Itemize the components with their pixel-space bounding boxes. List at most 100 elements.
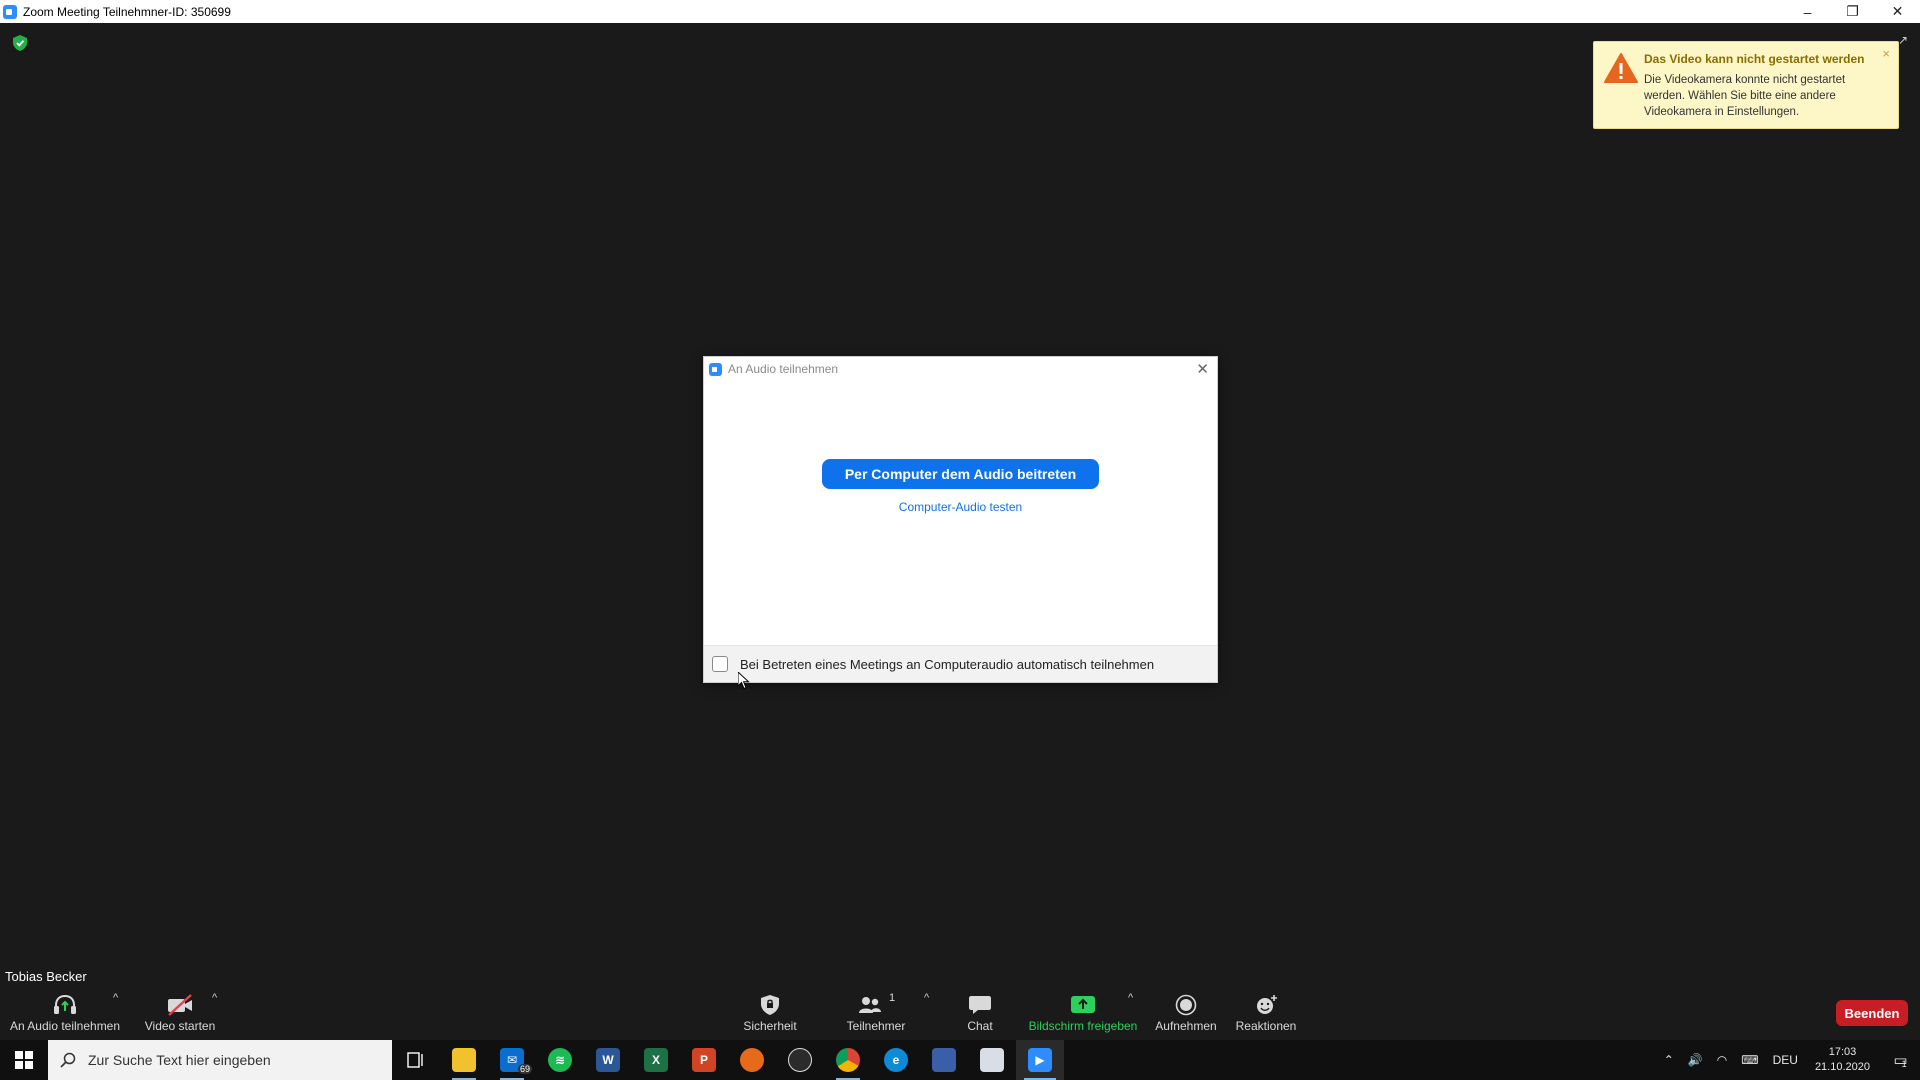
participants-button[interactable]: 1 Teilnehmer xyxy=(840,988,912,1040)
taskbar-app-orange[interactable] xyxy=(728,1040,776,1080)
reactions-label: Reaktionen xyxy=(1235,1019,1297,1033)
close-window-button[interactable]: ✕ xyxy=(1875,0,1920,23)
taskbar-chrome[interactable] xyxy=(824,1040,872,1080)
zoom-taskbar-icon: ▶ xyxy=(1028,1048,1052,1072)
clock-date: 21.10.2020 xyxy=(1814,1061,1870,1073)
expand-icon[interactable]: ↗ xyxy=(1898,33,1908,47)
wifi-icon[interactable]: ◠ xyxy=(1717,1053,1727,1067)
keyboard-icon[interactable]: ⌨ xyxy=(1741,1053,1758,1067)
window-titlebar: Zoom Meeting Teilnehmner-ID: 350699 – ❐ … xyxy=(0,0,1920,23)
zoom-dialog-icon xyxy=(709,362,722,376)
video-off-icon xyxy=(168,994,192,1016)
share-screen-button[interactable]: Bildschirm freigeben xyxy=(1026,988,1140,1040)
join-computer-audio-button[interactable]: Per Computer dem Audio beitreten xyxy=(822,459,1099,489)
app-orange-icon xyxy=(740,1048,764,1072)
participants-icon xyxy=(858,997,881,1013)
start-video-label: Video starten xyxy=(144,1019,216,1033)
taskbar-zoom[interactable]: ▶ xyxy=(1016,1040,1064,1080)
powerpoint-icon: P xyxy=(692,1048,716,1072)
share-screen-icon xyxy=(1071,996,1095,1013)
video-error-notification: Das Video kann nicht gestartet werden Di… xyxy=(1593,41,1899,129)
folder-icon xyxy=(452,1048,476,1072)
language-indicator[interactable]: DEU xyxy=(1773,1053,1798,1067)
notification-title: Das Video kann nicht gestartet werden xyxy=(1644,52,1865,66)
auto-join-audio-label[interactable]: Bei Betreten eines Meetings an Computera… xyxy=(740,657,1154,672)
chrome-icon xyxy=(836,1048,860,1072)
excel-icon: X xyxy=(644,1048,668,1072)
chat-bubble-icon xyxy=(969,996,991,1014)
app-blue-icon xyxy=(932,1048,956,1072)
task-view-icon xyxy=(407,1052,423,1068)
chat-label: Chat xyxy=(967,1019,993,1033)
taskbar-edge[interactable]: e xyxy=(872,1040,920,1080)
taskbar-obs[interactable] xyxy=(776,1040,824,1080)
mouse-cursor-icon xyxy=(738,672,750,690)
join-audio-label: An Audio teilnehmen xyxy=(9,1019,121,1033)
security-button[interactable]: Sicherheit xyxy=(735,988,805,1040)
start-video-button[interactable]: Video starten xyxy=(140,988,220,1040)
taskbar-excel[interactable]: X xyxy=(632,1040,680,1080)
taskbar-clock[interactable]: 17:03 21.10.2020 xyxy=(1815,1045,1870,1075)
meeting-toolbar: An Audio teilnehmen ^ Video starten ^ Si… xyxy=(0,988,1920,1040)
notification-body: Die Videokamera konnte nicht gestartet w… xyxy=(1644,74,1846,118)
taskbar-word[interactable]: W xyxy=(584,1040,632,1080)
edge-icon: e xyxy=(884,1048,908,1072)
chat-button[interactable]: Chat xyxy=(955,988,1005,1040)
spotify-icon: ≋ xyxy=(548,1048,572,1072)
restore-button[interactable]: ❐ xyxy=(1830,0,1875,23)
minimize-button[interactable]: – xyxy=(1785,0,1830,23)
window-title: Zoom Meeting Teilnehmner-ID: 350699 xyxy=(23,4,231,19)
obs-icon xyxy=(788,1048,812,1072)
zoom-app-icon xyxy=(3,4,17,19)
dialog-close-button[interactable]: ✕ xyxy=(1196,360,1209,378)
auto-join-audio-checkbox[interactable] xyxy=(712,656,728,672)
security-shield-icon xyxy=(761,995,779,1015)
mail-badge: 69 xyxy=(517,1064,532,1074)
dialog-title: An Audio teilnehmen xyxy=(728,362,839,376)
video-options-caret[interactable]: ^ xyxy=(212,992,217,1004)
participants-label: Teilnehmer xyxy=(846,1019,906,1033)
security-label: Sicherheit xyxy=(743,1019,797,1033)
encryption-shield-icon[interactable] xyxy=(13,35,27,51)
window-controls: – ❐ ✕ xyxy=(1785,0,1920,23)
taskbar-app-blue[interactable] xyxy=(920,1040,968,1080)
action-center-button[interactable]: ▭ 1 xyxy=(1880,1040,1920,1080)
dialog-footer: Bei Betreten eines Meetings an Computera… xyxy=(704,645,1217,682)
clock-time: 17:03 xyxy=(1828,1046,1857,1058)
audio-options-caret[interactable]: ^ xyxy=(113,992,118,1004)
reactions-smiley-icon xyxy=(1257,995,1277,1014)
participant-name-label: Tobias Becker xyxy=(0,967,92,987)
join-audio-button[interactable]: An Audio teilnehmen xyxy=(9,988,121,1040)
test-computer-audio-link[interactable]: Computer-Audio testen xyxy=(704,500,1217,514)
taskbar-app-window[interactable] xyxy=(968,1040,1016,1080)
notification-close-icon[interactable]: × xyxy=(1882,46,1890,61)
participants-options-caret[interactable]: ^ xyxy=(924,992,929,1004)
action-center-count: 1 xyxy=(1901,1059,1907,1069)
share-screen-label: Bildschirm freigeben xyxy=(1028,1019,1138,1033)
start-button[interactable] xyxy=(0,1040,48,1080)
taskbar-powerpoint[interactable]: P xyxy=(680,1040,728,1080)
record-button[interactable]: Aufnehmen xyxy=(1150,988,1222,1040)
search-icon xyxy=(60,1052,76,1068)
system-tray: ⌃ 🔊 ◠ ⌨ DEU 17:03 21.10.2020 ▭ 1 xyxy=(1657,1040,1920,1080)
headphones-icon xyxy=(54,994,76,1014)
task-view-button[interactable] xyxy=(392,1040,440,1080)
end-meeting-button[interactable]: Beenden xyxy=(1836,1000,1908,1026)
participants-count: 1 xyxy=(888,992,896,1004)
windows-logo-icon xyxy=(15,1051,33,1069)
dialog-header: An Audio teilnehmen ✕ xyxy=(704,357,1217,381)
search-placeholder: Zur Suche Text hier eingeben xyxy=(88,1052,271,1068)
taskbar-spotify[interactable]: ≋ xyxy=(536,1040,584,1080)
reactions-button[interactable]: Reaktionen xyxy=(1230,988,1302,1040)
share-options-caret[interactable]: ^ xyxy=(1128,992,1133,1004)
tray-overflow-icon[interactable]: ⌃ xyxy=(1664,1053,1674,1067)
taskbar-search-box[interactable]: Zur Suche Text hier eingeben xyxy=(48,1040,392,1080)
record-icon xyxy=(1175,994,1197,1016)
volume-icon[interactable]: 🔊 xyxy=(1688,1053,1703,1067)
join-audio-dialog: An Audio teilnehmen ✕ Per Computer dem A… xyxy=(703,356,1218,683)
record-label: Aufnehmen xyxy=(1155,1019,1217,1033)
taskbar-mail[interactable]: ✉ 69 xyxy=(488,1040,536,1080)
warning-icon xyxy=(1604,53,1638,83)
taskbar-file-explorer[interactable] xyxy=(440,1040,488,1080)
app-window-icon xyxy=(980,1048,1004,1072)
